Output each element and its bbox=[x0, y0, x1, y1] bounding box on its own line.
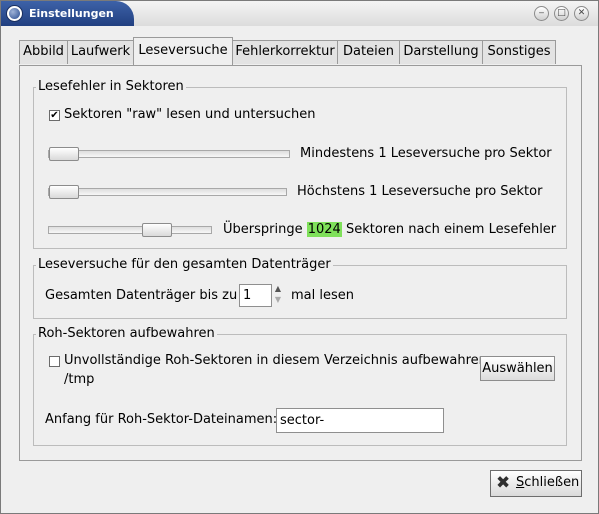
min-attempts-slider[interactable] bbox=[48, 147, 290, 161]
keep-raw-label: Unvollständige Roh-Sektoren in diesem Ve… bbox=[64, 353, 492, 368]
close-button[interactable]: ✖ Schließen bbox=[490, 470, 582, 497]
close-icon[interactable]: ✕ bbox=[574, 6, 589, 21]
min-attempts-label: Mindestens 1 Leseversuche pro Sektor bbox=[300, 146, 552, 161]
skip-count-value: 1024 bbox=[306, 222, 342, 237]
medium-read-label-suffix: mal lesen bbox=[291, 288, 354, 303]
tab-dateien[interactable]: Dateien bbox=[337, 40, 400, 64]
app-icon bbox=[6, 5, 23, 22]
close-button-label: Schließen bbox=[516, 475, 579, 490]
raw-directory-path: /tmp bbox=[64, 372, 95, 387]
tab-darstellung[interactable]: Darstellung bbox=[399, 40, 483, 64]
title-tab: Einstellungen bbox=[1, 1, 134, 26]
skip-sectors-slider-thumb[interactable] bbox=[142, 223, 172, 237]
skip-suffix: Sektoren nach einem Lesefehler bbox=[345, 222, 557, 237]
max-attempts-slider[interactable] bbox=[48, 185, 287, 199]
skip-sectors-label: Überspringe 1024 Sektoren nach einem Les… bbox=[223, 222, 556, 237]
section-lesefehler-title: Lesefehler in Sektoren bbox=[36, 79, 186, 94]
max-attempts-label: Höchstens 1 Leseversuche pro Sektor bbox=[297, 184, 543, 199]
section-roh-title: Roh-Sektoren aufbewahren bbox=[36, 326, 217, 341]
min-attempts-slider-thumb[interactable] bbox=[49, 147, 79, 161]
skip-prefix: Überspringe bbox=[223, 222, 303, 237]
medium-read-spinner[interactable]: 1 ▲ ▼ bbox=[239, 284, 287, 307]
keep-raw-checkbox[interactable] bbox=[49, 356, 60, 367]
spin-up-icon[interactable]: ▲ bbox=[272, 284, 284, 295]
tab-abbild[interactable]: Abbild bbox=[19, 40, 68, 64]
title-bar[interactable]: Einstellungen ‒ □ ✕ bbox=[1, 1, 598, 26]
skip-sectors-slider[interactable] bbox=[48, 223, 212, 237]
tab-leseversuche[interactable]: Leseversuche bbox=[133, 37, 233, 65]
max-attempts-slider-thumb[interactable] bbox=[49, 185, 79, 199]
filename-prefix-label: Anfang für Roh-Sektor-Dateinamen: bbox=[45, 412, 278, 427]
tab-laufwerk[interactable]: Laufwerk bbox=[67, 40, 134, 64]
close-rest: chließen bbox=[524, 475, 580, 490]
tab-fehlerkorrektur[interactable]: Fehlerkorrektur bbox=[232, 40, 338, 64]
raw-read-label: Sektoren "raw" lesen und untersuchen bbox=[64, 107, 316, 122]
preferences-window: Einstellungen ‒ □ ✕ Abbild Laufwerk Lese… bbox=[0, 0, 599, 514]
minimize-icon[interactable]: ‒ bbox=[534, 6, 549, 21]
tab-sonstiges[interactable]: Sonstiges bbox=[482, 40, 556, 64]
raw-read-checkbox[interactable]: ✔ bbox=[49, 110, 60, 121]
spin-down-icon[interactable]: ▼ bbox=[272, 295, 284, 306]
medium-read-label-prefix: Gesamten Datenträger bis zu bbox=[45, 288, 238, 303]
filename-prefix-input[interactable]: sector- bbox=[276, 408, 444, 433]
window-title: Einstellungen bbox=[29, 7, 114, 20]
medium-read-count-input[interactable]: 1 bbox=[239, 284, 272, 307]
close-x-icon: ✖ bbox=[496, 473, 511, 493]
maximize-icon[interactable]: □ bbox=[554, 6, 569, 21]
choose-directory-button[interactable]: Auswählen bbox=[480, 356, 555, 381]
section-gesamt-title: Leseversuche für den gesamten Datenträge… bbox=[36, 257, 333, 272]
